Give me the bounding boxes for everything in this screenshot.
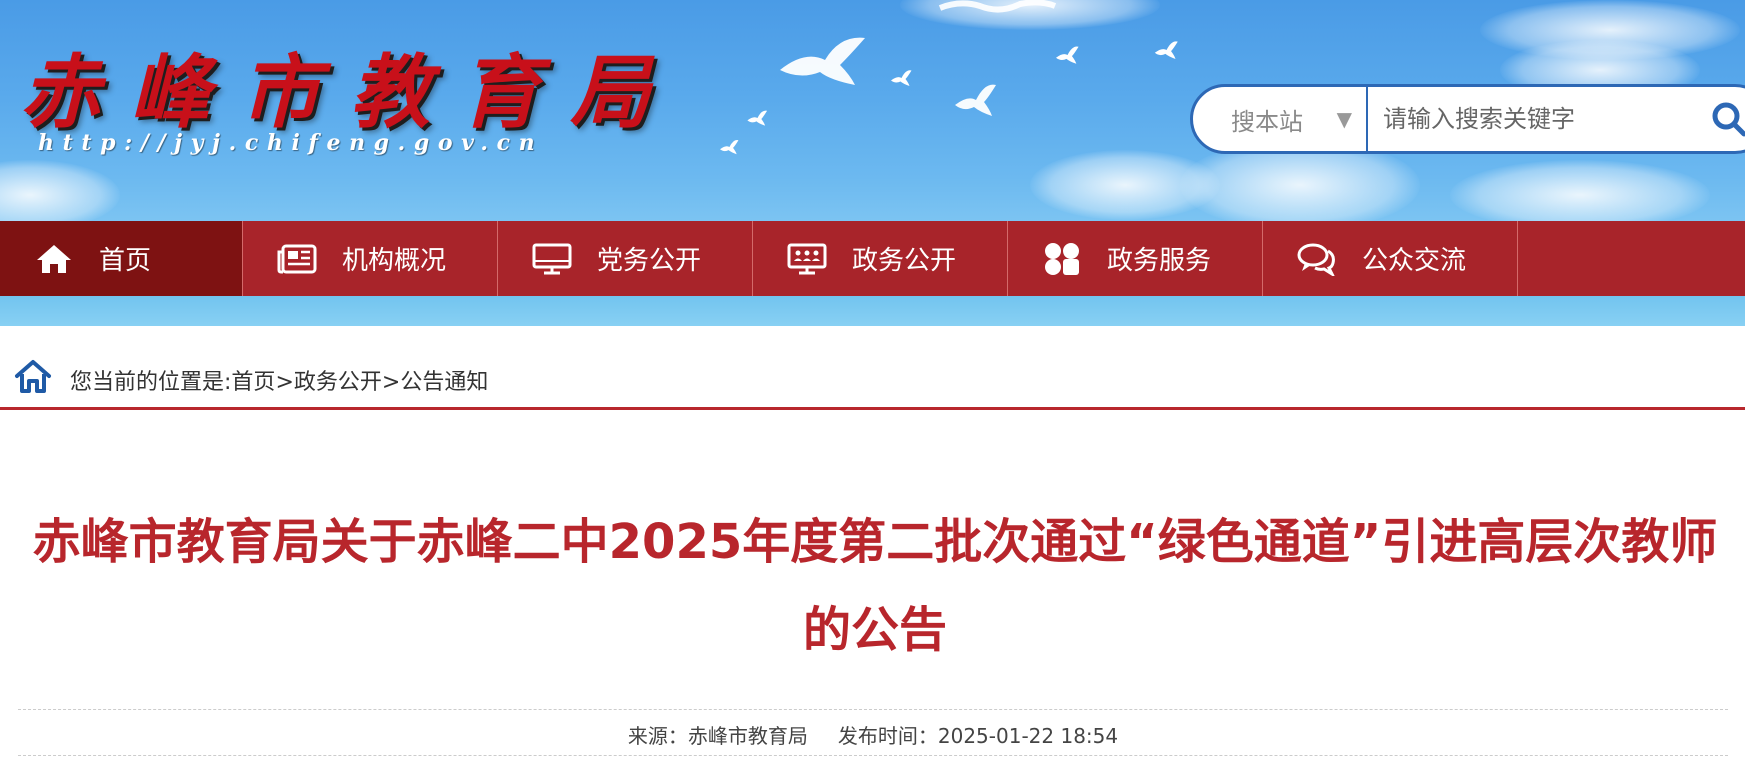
search-input[interactable] <box>1383 97 1683 141</box>
dove-icon <box>955 84 996 116</box>
dove-icon <box>938 0 1057 13</box>
header-banner: 赤峰市教育局 http://jyj.chifeng.gov.cn 搜本站 ▼ <box>0 0 1745 222</box>
nav-label: 首页 <box>99 246 152 276</box>
source-label: 来源： <box>627 724 688 748</box>
dove-icon <box>747 110 768 126</box>
newspaper-icon <box>277 242 317 276</box>
divider <box>18 755 1728 756</box>
publish-time-value: 2025-01-22 18:54 <box>937 724 1119 748</box>
dove-icon <box>1056 46 1079 64</box>
publish-time-label: 发布时间： <box>837 724 938 748</box>
search-box: 搜本站 ▼ <box>1190 84 1745 154</box>
cloud-decoration <box>0 160 120 222</box>
article-meta: 来源：赤峰市教育局 发布时间：2025-01-22 18:54 <box>18 720 1728 749</box>
nav-label: 机构概况 <box>342 246 447 276</box>
banner-strip <box>0 296 1745 326</box>
search-icon[interactable] <box>1709 99 1745 139</box>
dove-icon <box>720 140 739 155</box>
nav-label: 党务公开 <box>597 246 702 276</box>
home-icon <box>34 242 74 276</box>
breadcrumb-section-link[interactable]: 政务公开 <box>294 370 382 395</box>
nav-label: 政务公开 <box>852 246 957 276</box>
cloud-decoration <box>1450 160 1710 222</box>
breadcrumb-trail: 您当前的位置是:首页>政务公开>公告通知 <box>70 364 488 396</box>
source-value: 赤峰市教育局 <box>687 724 808 748</box>
nav-item-public-communication[interactable]: 公众交流 <box>1263 221 1518 296</box>
site-url: http://jyj.chifeng.gov.cn <box>38 130 544 156</box>
main-nav: 首页 机构概况 党务公开 政务公开 政务服务 公众交流 <box>0 221 1745 296</box>
dove-icon <box>891 70 912 86</box>
monitor-icon <box>532 242 572 276</box>
chat-icon <box>1297 242 1337 276</box>
grid-icon <box>1042 242 1082 276</box>
breadcrumb-prefix: 您当前的位置是: <box>70 370 232 395</box>
nav-label: 公众交流 <box>1362 246 1467 276</box>
site-logo[interactable]: 赤峰市教育局 <box>20 28 680 139</box>
nav-label: 政务服务 <box>1107 246 1212 276</box>
nav-item-party-affairs[interactable]: 党务公开 <box>498 221 753 296</box>
nav-item-home[interactable]: 首页 <box>0 221 243 296</box>
breadcrumb-current-link[interactable]: 公告通知 <box>400 370 488 395</box>
nav-item-government-services[interactable]: 政务服务 <box>1008 221 1263 296</box>
home-icon[interactable] <box>14 358 52 394</box>
breadcrumb-home-link[interactable]: 首页 <box>231 370 275 395</box>
search-scope-label: 搜本站 <box>1231 107 1303 136</box>
caret-down-icon: ▼ <box>1336 107 1352 131</box>
article-title: 赤峰市教育局关于赤峰二中2025年度第二批次通过“绿色通道”引进高层次教师的公告 <box>32 514 1718 658</box>
breadcrumb: 您当前的位置是:首页>政务公开>公告通知 <box>0 350 1745 410</box>
search-scope-select[interactable]: 搜本站 ▼ <box>1193 87 1368 151</box>
meeting-icon <box>787 242 827 276</box>
divider <box>18 709 1728 710</box>
dove-icon <box>1154 41 1178 59</box>
nav-item-government-affairs[interactable]: 政务公开 <box>753 221 1008 296</box>
breadcrumb-separator: > <box>381 370 401 395</box>
breadcrumb-separator: > <box>275 370 294 395</box>
nav-item-organization[interactable]: 机构概况 <box>243 221 498 296</box>
dove-icon <box>780 37 865 85</box>
